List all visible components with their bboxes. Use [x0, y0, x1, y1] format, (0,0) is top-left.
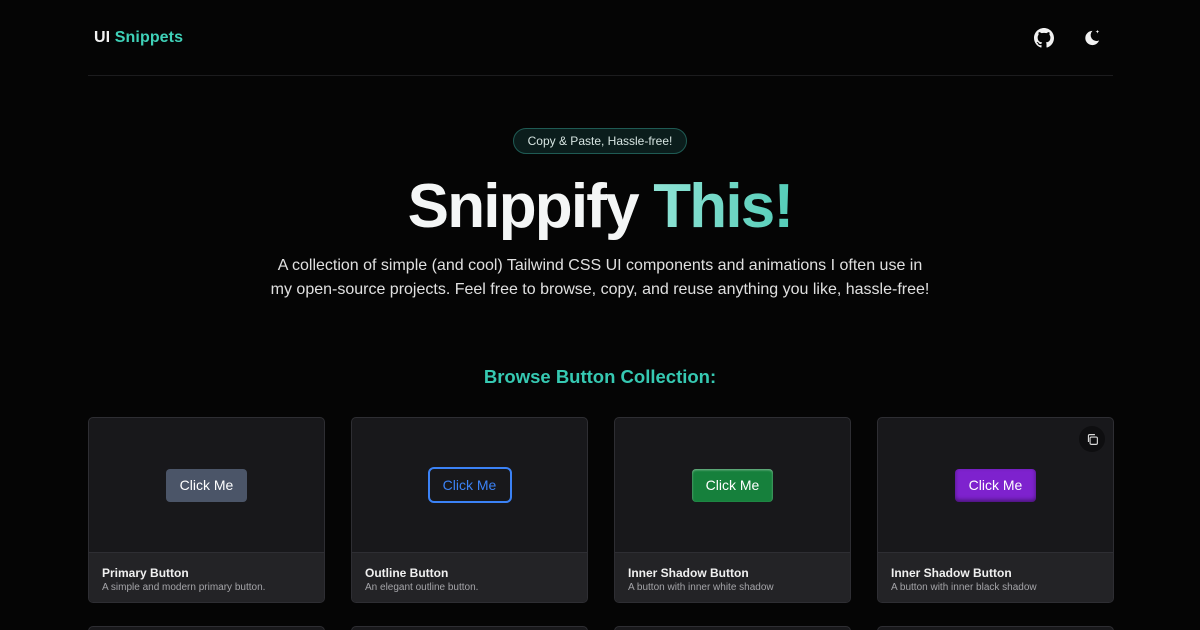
- card-description: A button with inner black shadow: [891, 582, 1037, 593]
- card-preview: Click Me: [615, 418, 850, 552]
- snippet-card-primary[interactable]: Click Me Primary Button A simple and mod…: [88, 417, 325, 603]
- card-preview: Click Me: [352, 418, 587, 552]
- snippet-card-next-row[interactable]: [614, 626, 851, 630]
- hero-title: Snippify This!: [0, 168, 1200, 246]
- snippet-card-inner-white[interactable]: Click Me Inner Shadow Button A button wi…: [614, 417, 851, 603]
- hero-badge: Copy & Paste, Hassle-free!: [513, 128, 687, 154]
- copy-button[interactable]: [1079, 426, 1105, 452]
- card-title: Outline Button: [365, 566, 449, 580]
- card-title: Primary Button: [102, 566, 189, 580]
- card-preview: Click Me: [89, 418, 324, 552]
- site-logo[interactable]: UI Snippets: [88, 29, 183, 47]
- site-header: UI Snippets: [88, 0, 1113, 76]
- page: UI Snippets Copy & Paste, Hassle-free! S…: [0, 0, 1200, 630]
- snippet-card-outline[interactable]: Click Me Outline Button An elegant outli…: [351, 417, 588, 603]
- card-title: Inner Shadow Button: [628, 566, 749, 580]
- hero-description: A collection of simple (and cool) Tailwi…: [270, 257, 930, 298]
- header-actions: [1033, 27, 1113, 49]
- logo-prefix: UI: [94, 28, 111, 46]
- section-title: Browse Button Collection:: [483, 366, 717, 387]
- inner-white-demo-button[interactable]: Click Me: [692, 468, 773, 502]
- theme-toggle[interactable]: [1081, 27, 1103, 49]
- logo-suffix: Snippets: [114, 28, 184, 46]
- copy-icon: [1087, 433, 1098, 445]
- inner-black-demo-button[interactable]: Click Me: [955, 468, 1036, 502]
- card-description: A simple and modern primary button.: [102, 582, 266, 593]
- card-footer: Inner Shadow Button A button with inner …: [615, 552, 850, 602]
- snippet-card-next-row[interactable]: [88, 626, 325, 630]
- card-preview: Click Me: [878, 418, 1113, 552]
- hero-title-part2: This!: [653, 172, 794, 241]
- card-footer: Primary Button A simple and modern prima…: [89, 552, 324, 602]
- hero-title-part1: Snippify: [407, 172, 640, 241]
- snippet-card-inner-black[interactable]: Click Me Inner Shadow Button A button wi…: [877, 417, 1114, 603]
- card-title: Inner Shadow Button: [891, 566, 1012, 580]
- snippet-card-next-row[interactable]: [351, 626, 588, 630]
- github-icon: [1034, 27, 1054, 48]
- github-link[interactable]: [1033, 27, 1055, 49]
- moon-icon: [1085, 29, 1100, 45]
- snippet-card-next-row[interactable]: [877, 626, 1114, 630]
- card-footer: Inner Shadow Button A button with inner …: [878, 552, 1113, 602]
- card-footer: Outline Button An elegant outline button…: [352, 552, 587, 602]
- card-description: An elegant outline button.: [365, 582, 479, 593]
- outline-demo-button[interactable]: Click Me: [427, 467, 512, 503]
- primary-demo-button[interactable]: Click Me: [166, 468, 247, 502]
- card-description: A button with inner white shadow: [628, 582, 774, 593]
